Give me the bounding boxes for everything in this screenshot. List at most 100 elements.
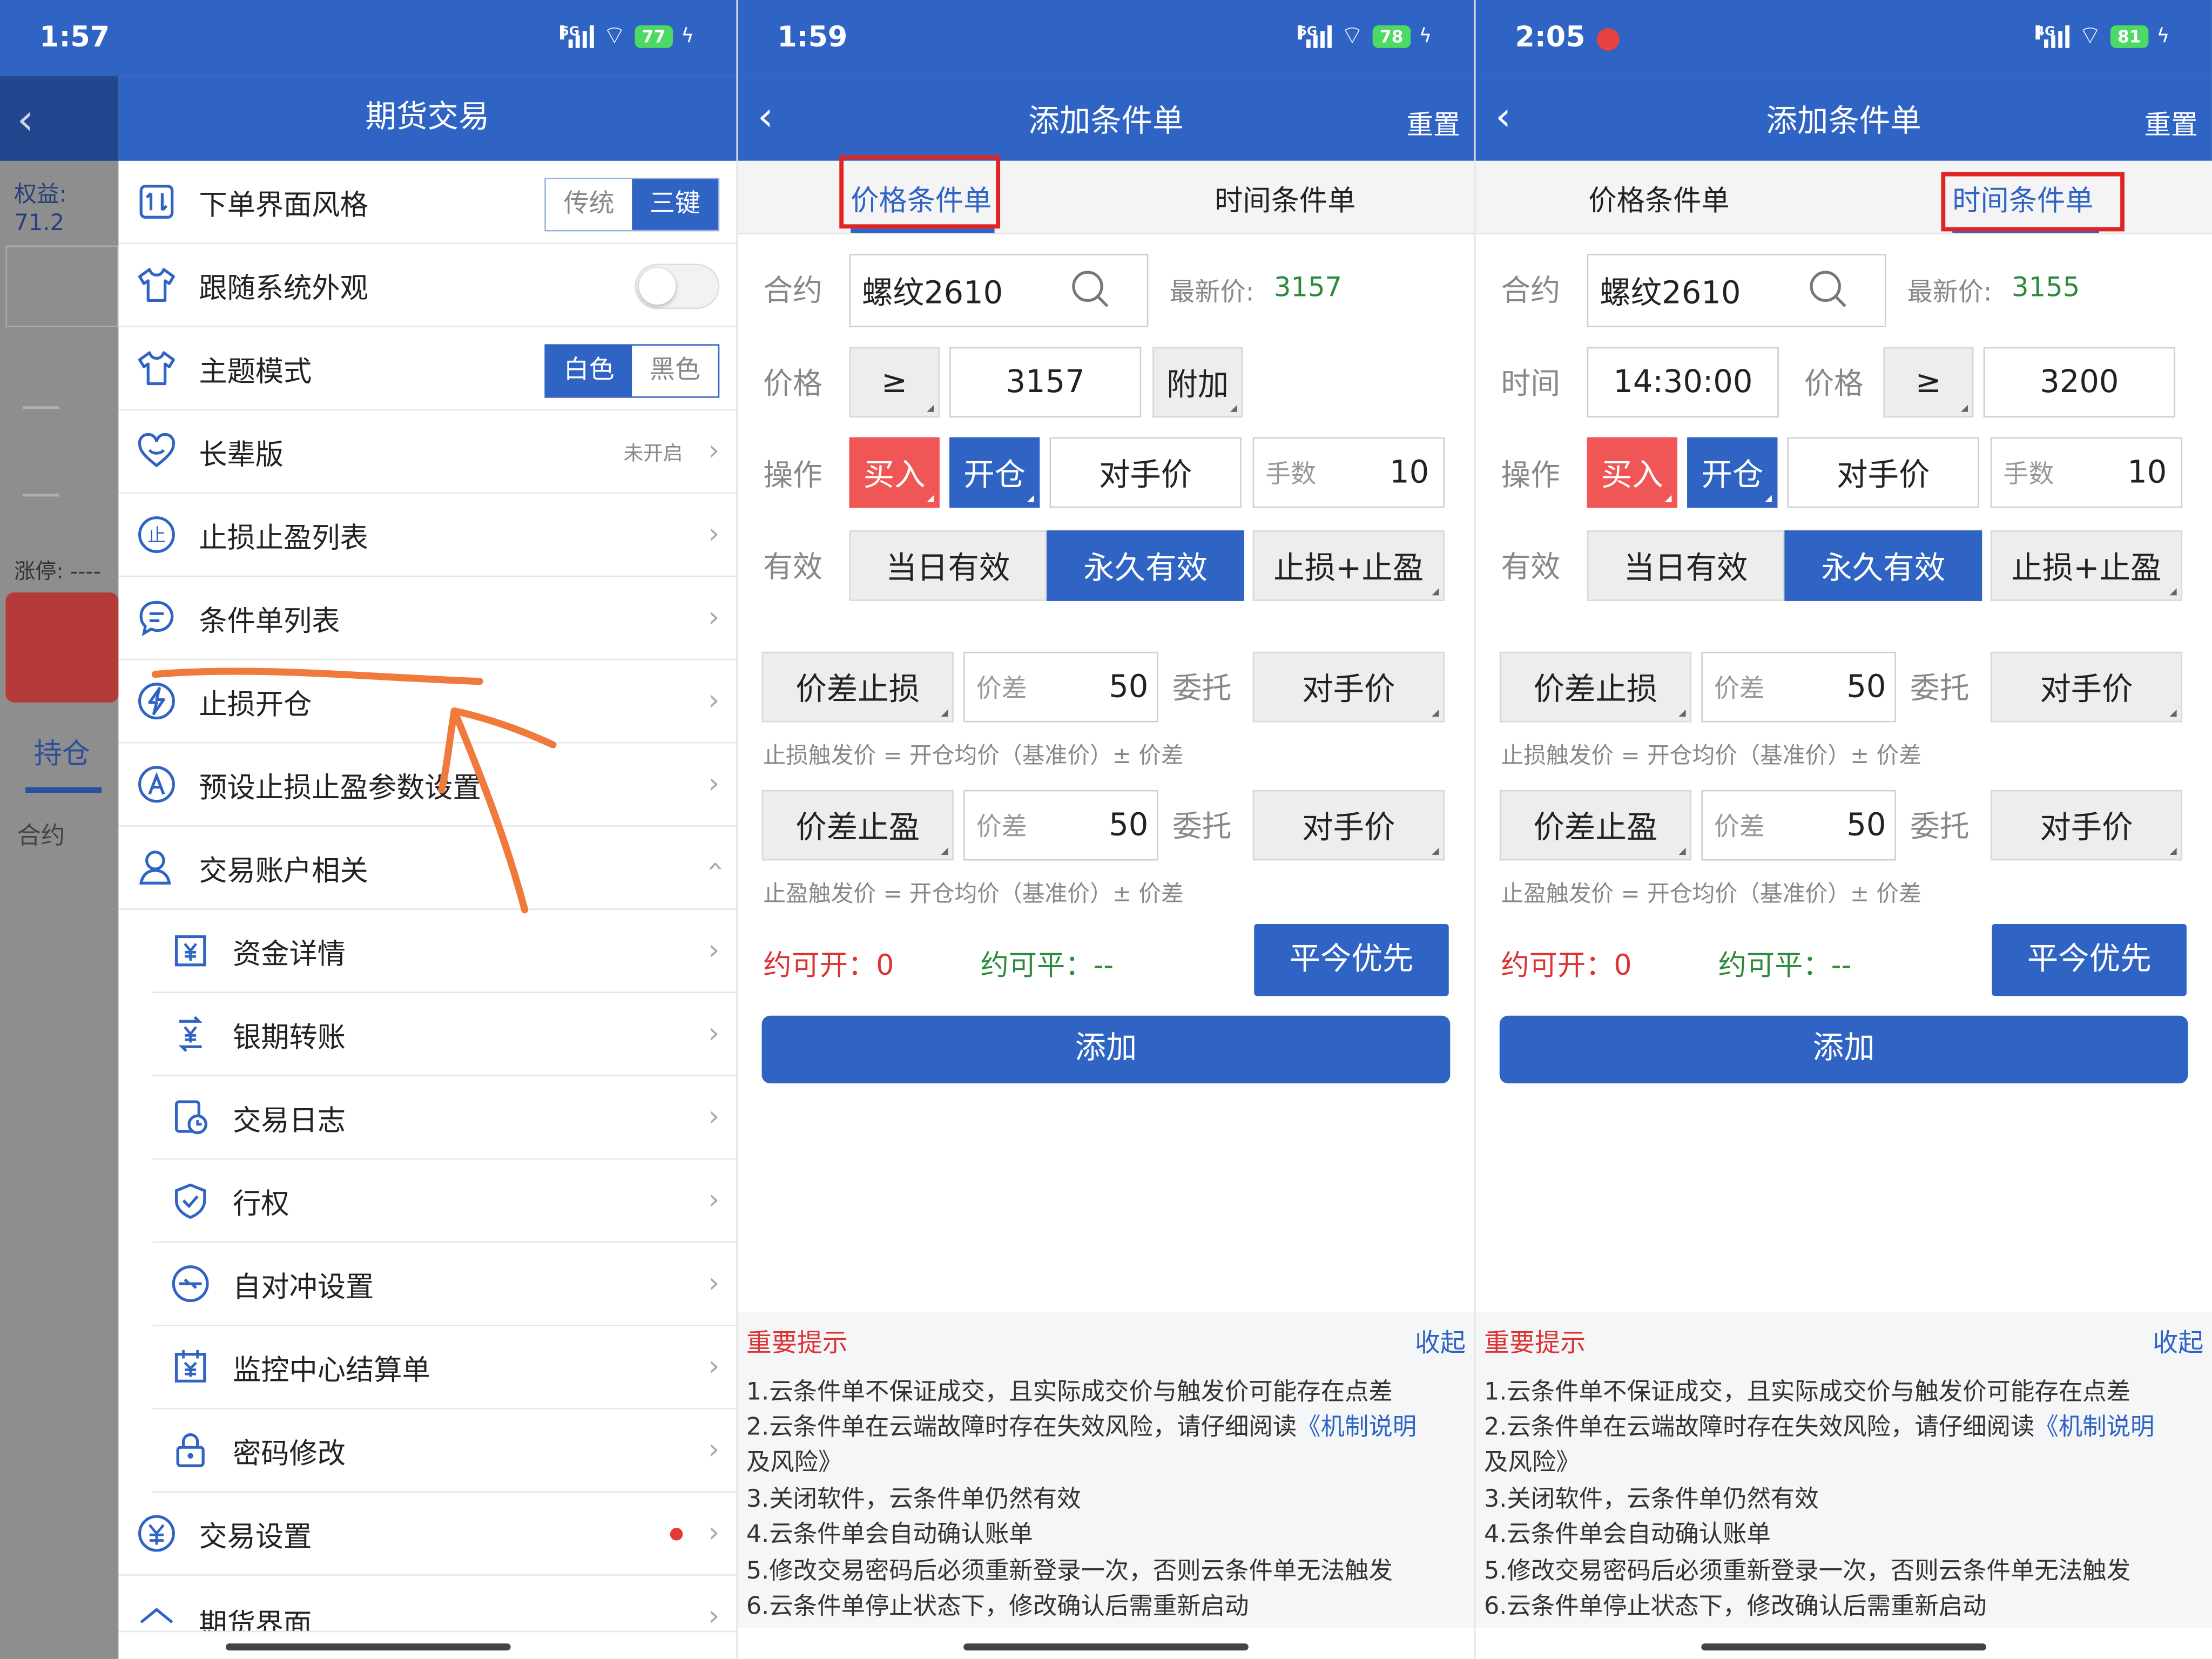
collapse-button[interactable]: 收起 (1415, 1323, 1466, 1360)
page-title: 添加条件单 (1028, 104, 1184, 140)
mechanism-link[interactable]: 《机制说明 (2034, 1413, 2154, 1441)
reset-button[interactable]: 重置 (1406, 104, 1460, 143)
svg-text:止: 止 (147, 525, 166, 547)
open-select[interactable]: 开仓 (949, 437, 1040, 508)
search-icon[interactable] (1071, 269, 1110, 309)
counter-price-select[interactable]: 对手价 (1787, 437, 1979, 508)
tp-price-select[interactable]: 对手价 (1252, 790, 1445, 861)
close-today-first-button[interactable]: 平今优先 (1254, 923, 1449, 996)
chevron-right-icon: › (708, 1098, 720, 1133)
counter-price-select[interactable]: 对手价 (1049, 437, 1242, 508)
funds-detail-row[interactable]: 资金详情 › (152, 910, 737, 993)
style-three-key[interactable]: 三键 (632, 179, 718, 230)
buy-button-background (5, 592, 119, 703)
tips-title: 重要提示 (1484, 1328, 1586, 1359)
valid-forever-button[interactable]: 永久有效 (1784, 530, 1982, 601)
sl-diff-input[interactable]: 价差 50 (1701, 651, 1896, 723)
add-button[interactable]: 添加 (761, 1015, 1451, 1084)
elder-mode-row[interactable]: 长辈版 未开启 › (118, 410, 737, 494)
quantity-input[interactable]: 手数 10 (1252, 437, 1445, 508)
tab-time-condition[interactable]: 时间条件单 (1215, 178, 1355, 219)
sl-price-select[interactable]: 对手价 (1990, 651, 2183, 723)
chevron-right-icon: › (708, 1432, 720, 1466)
cellular-signal-icon: 5G (1298, 24, 1332, 48)
diff-take-profit-select[interactable]: 价差止盈 (761, 790, 954, 861)
tp-diff-input[interactable]: 价差 50 (963, 790, 1158, 861)
price-input[interactable]: 3157 (949, 347, 1142, 418)
condition-order-list-row[interactable]: 条件单列表 › (118, 577, 737, 660)
can-open-text: 约可开：0 (1501, 948, 1632, 982)
lock-icon (169, 1429, 211, 1471)
chevron-right-icon: › (708, 683, 720, 717)
tp-price-select[interactable]: 对手价 (1990, 790, 2183, 861)
diff-stop-loss-select[interactable]: 价差止损 (761, 651, 954, 723)
valid-day-button[interactable]: 当日有效 (849, 530, 1047, 601)
diff-take-profit-select[interactable]: 价差止盈 (1499, 790, 1692, 861)
buy-select[interactable]: 买入 (1587, 437, 1677, 508)
close-today-first-button[interactable]: 平今优先 (1992, 923, 2187, 996)
time-input[interactable]: 14:30:00 (1587, 347, 1779, 418)
valid-day-button[interactable]: 当日有效 (1587, 530, 1785, 601)
transfer-icon (169, 1013, 211, 1055)
elder-status: 未开启 (623, 443, 683, 466)
cellular-signal-icon: 5G (560, 24, 595, 48)
valid-forever-button[interactable]: 永久有效 (1047, 530, 1244, 601)
trade-account-row[interactable]: 交易账户相关 › (118, 827, 737, 910)
bolt-icon (136, 680, 178, 722)
sl-formula-note: 止损触发价 = 开仓均价（基准价）± 价差 (1501, 742, 1922, 769)
style-traditional[interactable]: 传统 (545, 179, 632, 230)
collapse-button[interactable]: 收起 (2153, 1323, 2203, 1360)
stop-loss-open-row[interactable]: 止损开仓 › (118, 660, 737, 744)
reset-button[interactable]: 重置 (2144, 104, 2198, 143)
bank-transfer-row[interactable]: 银期转账 › (152, 993, 737, 1077)
theme-white[interactable]: 白色 (545, 345, 632, 397)
log-icon (169, 1096, 211, 1138)
can-close-text: 约可平：-- (980, 948, 1114, 982)
tp-formula-note: 止盈触发价 = 开仓均价（基准价）± 价差 (763, 880, 1184, 907)
password-row[interactable]: 密码修改 › (152, 1410, 737, 1493)
settings-drawer: 期货交易 下单界面风格 传统 三键 跟随系统外观 主题模式 白色 黑色 长辈版 … (118, 76, 737, 1659)
user-icon (136, 846, 178, 888)
sl-diff-input[interactable]: 价差 50 (963, 651, 1158, 723)
shirt-icon (136, 264, 178, 306)
trade-log-row[interactable]: 交易日志 › (152, 1076, 737, 1160)
sl-price-select[interactable]: 对手价 (1252, 651, 1445, 723)
settings-panel: 1:57 5G ⌔ 77 ϟ ‹ 权益: 71.2 涨停: ---- 持仓 合约… (0, 0, 737, 1659)
mechanism-link-cont[interactable]: 及风险》 (1484, 1442, 1580, 1477)
mechanism-link-cont[interactable]: 及风险》 (746, 1442, 842, 1477)
status-bar: 1:59 5G ⌔ 78 ϟ (738, 0, 1474, 77)
mechanism-link[interactable]: 《机制说明 (1297, 1413, 1417, 1441)
wifi-icon: ⌔ (1340, 21, 1365, 51)
buy-select[interactable]: 买入 (849, 437, 940, 508)
chat-icon (136, 597, 178, 639)
search-icon[interactable] (1809, 269, 1848, 309)
price-input[interactable]: 3200 (1983, 347, 2176, 418)
important-tips: 重要提示 收起 1.云条件单不保证成交，且实际成交价与触发价可能存在点差 2.云… (1475, 1312, 2212, 1628)
sl-tp-select[interactable]: 止损+止盈 (1252, 530, 1445, 601)
operator-select[interactable]: ≥ (849, 347, 940, 418)
quantity-input[interactable]: 手数 10 (1990, 437, 2183, 508)
exercise-row[interactable]: 行权 › (152, 1159, 737, 1243)
chevron-right-icon: › (708, 1348, 720, 1382)
tab-price-condition[interactable]: 价格条件单 (1588, 178, 1729, 219)
preset-sl-tp-row[interactable]: 预设止损止盈参数设置 › (118, 744, 737, 827)
home-indicator (1701, 1643, 1986, 1651)
follow-system-toggle[interactable] (635, 264, 720, 309)
add-button[interactable]: 添加 (1499, 1015, 2188, 1084)
theme-row: 主题模式 白色 黑色 (118, 327, 737, 411)
wifi-icon: ⌔ (602, 21, 626, 51)
settlement-row[interactable]: 监控中心结算单 › (152, 1326, 737, 1410)
self-hedge-row[interactable]: 自对冲设置 › (152, 1243, 737, 1326)
sl-tp-select[interactable]: 止损+止盈 (1990, 530, 2183, 601)
extra-select[interactable]: 附加 (1152, 347, 1243, 418)
diff-stop-loss-select[interactable]: 价差止损 (1499, 651, 1692, 723)
chevron-up-icon: › (697, 860, 731, 872)
stop-loss-list-row[interactable]: 止 止损止盈列表 › (118, 494, 737, 577)
theme-black[interactable]: 黑色 (632, 345, 718, 397)
tp-diff-input[interactable]: 价差 50 (1701, 790, 1896, 861)
operator-select[interactable]: ≥ (1883, 347, 1974, 418)
heart-icon (136, 430, 178, 473)
open-select[interactable]: 开仓 (1687, 437, 1778, 508)
trade-settings-row[interactable]: 交易设置 › (118, 1493, 737, 1576)
futures-ui-row[interactable]: 期货界面 › (118, 1576, 737, 1633)
